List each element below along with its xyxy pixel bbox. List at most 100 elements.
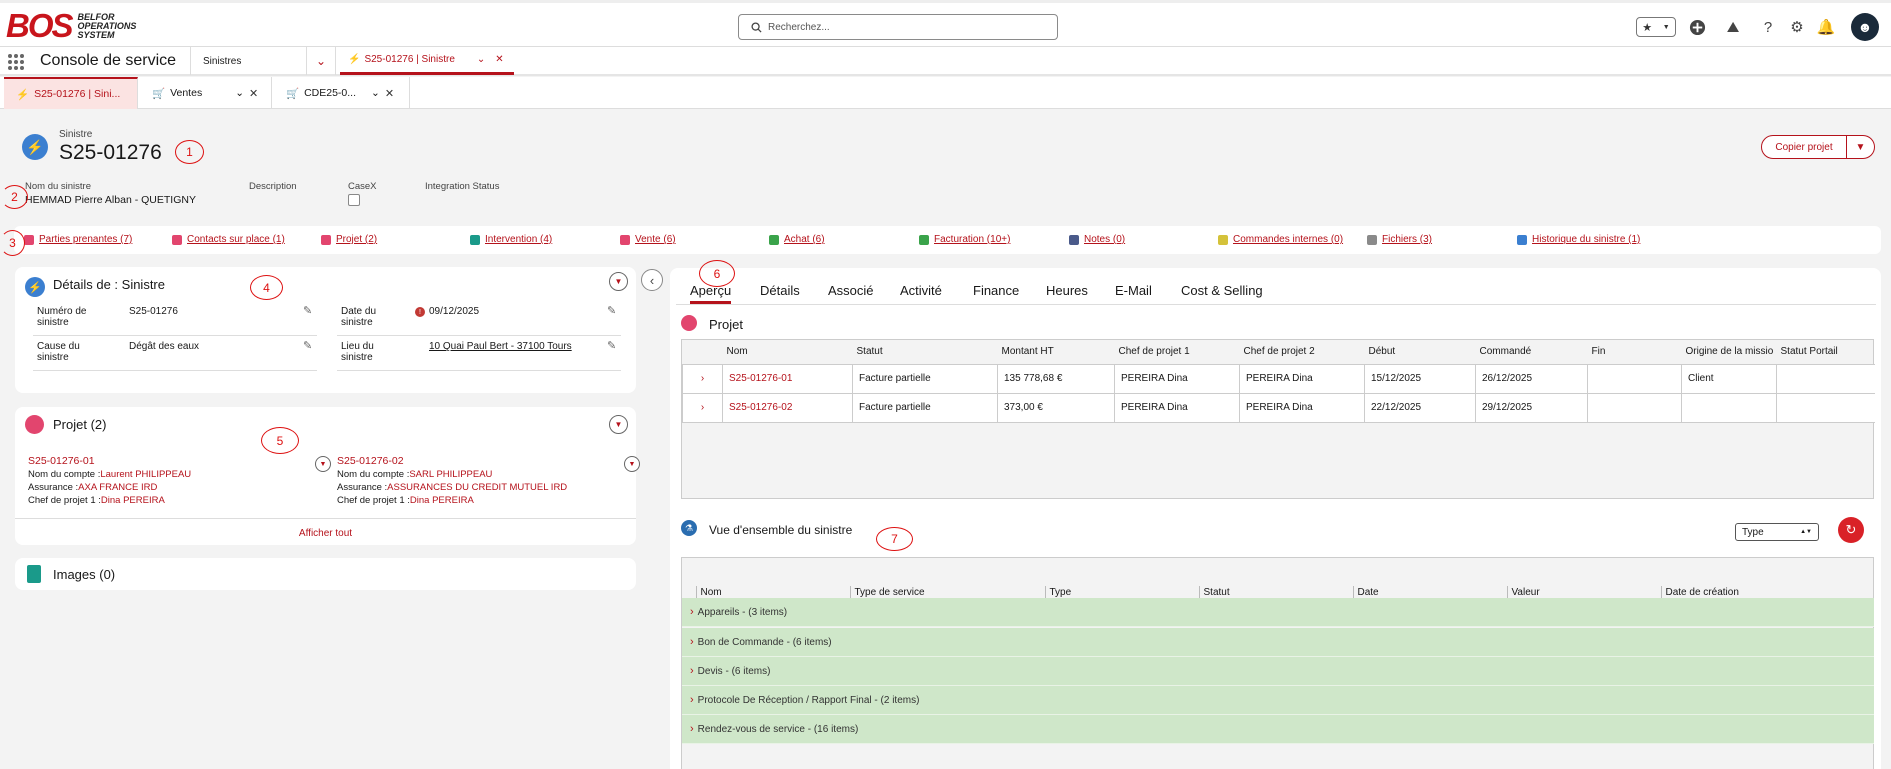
pencil-icon[interactable]: ✎: [303, 304, 312, 317]
pencil-icon[interactable]: ✎: [303, 339, 312, 352]
help-icon[interactable]: ?: [1758, 17, 1778, 37]
cart-icon: 🛒: [152, 87, 166, 100]
chevron-right-icon[interactable]: ›: [690, 606, 694, 618]
bell-icon[interactable]: 🔔: [1816, 17, 1836, 37]
column-header[interactable]: Commandé: [1476, 340, 1588, 364]
column-header[interactable]: Statut: [853, 340, 998, 364]
column-header[interactable]: Chef de projet 2: [1240, 340, 1365, 364]
tab-associe[interactable]: Associé: [828, 283, 874, 298]
column-header[interactable]: Début: [1365, 340, 1476, 364]
related-link[interactable]: Historique du sinistre (1): [1517, 234, 1640, 245]
tree-group-row[interactable]: › Devis - (6 items): [682, 657, 1874, 686]
chevron-down-icon[interactable]: ⌄: [306, 47, 336, 75]
user-avatar[interactable]: ☻: [1851, 13, 1879, 41]
table-row[interactable]: › S25-01276-01 Facture partielle 135 778…: [682, 363, 1875, 393]
tab-email[interactable]: E-Mail: [1115, 283, 1152, 298]
chevron-right-icon[interactable]: ›: [690, 723, 694, 735]
related-link[interactable]: Notes (0): [1069, 234, 1125, 245]
column-header[interactable]: Statut: [1198, 586, 1353, 598]
tab-heures[interactable]: Heures: [1046, 283, 1088, 298]
type-select[interactable]: Type ▲▼: [1735, 523, 1819, 541]
related-link[interactable]: Commandes internes (0): [1218, 234, 1343, 245]
pencil-icon[interactable]: ✎: [607, 339, 616, 352]
table-row[interactable]: › S25-01276-02 Facture partielle 373,00 …: [682, 392, 1875, 423]
tree-group-row[interactable]: › Protocole De Réception / Rapport Final …: [682, 686, 1874, 715]
column-header[interactable]: Montant HT: [998, 340, 1115, 364]
table-header-row: Nom Type de service Type Statut Date Val…: [682, 586, 1874, 598]
pencil-icon[interactable]: ✎: [607, 304, 616, 317]
subtab-sinistre[interactable]: ⚡ S25-01276 | Sini...: [4, 77, 138, 109]
app-nav-bar: Console de service Sinistres ⌄ ⚡ S25-012…: [0, 46, 1891, 76]
tab-cost-selling[interactable]: Cost & Selling: [1181, 283, 1263, 298]
tab-finance[interactable]: Finance: [973, 283, 1019, 298]
related-link[interactable]: Facturation (10+): [919, 234, 1010, 245]
project-link[interactable]: S25-01276-01: [28, 455, 318, 467]
row-menu-button[interactable]: ▼: [624, 456, 640, 472]
related-link[interactable]: Vente (6): [620, 234, 676, 245]
global-search-input[interactable]: Recherchez...: [738, 14, 1058, 40]
card-title: Détails de : Sinistre: [53, 277, 165, 292]
column-header[interactable]: Date: [1352, 586, 1507, 598]
gear-icon[interactable]: ⚙: [1787, 17, 1807, 37]
expand-chevron-icon[interactable]: ›: [682, 392, 723, 423]
column-header[interactable]: Statut Portail: [1777, 340, 1876, 364]
column-header[interactable]: Nom: [723, 340, 853, 364]
project-link[interactable]: S25-01276-02: [722, 392, 853, 423]
subtab-cde[interactable]: 🛒 CDE25-0... ⌄ ✕: [274, 77, 410, 109]
address-link[interactable]: 10 Quai Paul Bert - 37100 Tours: [429, 341, 572, 352]
column-header[interactable]: Type de service: [849, 586, 1045, 598]
chevron-down-icon[interactable]: ⌄: [371, 87, 380, 99]
column-header[interactable]: Date de création: [1660, 586, 1874, 598]
trailhead-icon[interactable]: ⛰: [1723, 17, 1743, 37]
close-icon[interactable]: ✕: [495, 54, 503, 65]
app-launcher-icon[interactable]: [8, 54, 24, 70]
chevron-right-icon[interactable]: ›: [690, 636, 694, 648]
subtab-label: Ventes: [170, 87, 203, 99]
workspace-tab[interactable]: ⚡ S25-01276 | Sinistre ⌄ ✕: [340, 47, 514, 75]
subtab-ventes[interactable]: 🛒 Ventes ⌄ ✕: [140, 77, 272, 109]
tree-group-row[interactable]: › Bon de Commande - (6 items): [682, 628, 1874, 657]
column-header[interactable]: Nom: [695, 586, 850, 598]
refresh-icon[interactable]: ↻: [1838, 517, 1864, 543]
table-cell: 373,00 €: [997, 392, 1115, 423]
card-menu-button[interactable]: ▼: [609, 415, 628, 434]
row-menu-button[interactable]: ▼: [315, 456, 331, 472]
tree-group-row[interactable]: › Appareils - (3 items): [682, 598, 1874, 627]
add-icon[interactable]: [1687, 17, 1707, 37]
overview-header: Nom Type de service Type Statut Date Val…: [682, 586, 1874, 598]
related-link[interactable]: Projet (2): [321, 234, 377, 245]
card-menu-button[interactable]: ▼: [609, 272, 628, 291]
related-link[interactable]: Intervention (4): [470, 234, 552, 245]
project-link[interactable]: S25-01276-01: [722, 363, 853, 393]
column-header[interactable]: Chef de projet 1: [1115, 340, 1240, 364]
show-all-link[interactable]: Afficher tout: [15, 528, 636, 539]
collapse-panel-button[interactable]: ‹: [641, 269, 663, 291]
column-header[interactable]: Valeur: [1506, 586, 1661, 598]
tree-group-row[interactable]: › Rendez-vous de service - (16 items): [682, 715, 1874, 744]
close-icon[interactable]: ✕: [249, 87, 258, 100]
chevron-down-icon[interactable]: ⌄: [477, 54, 485, 65]
field-cause: Cause du sinistre Dégât des eaux ✎: [33, 337, 317, 371]
field-label: Description: [249, 181, 297, 192]
belfor-logo[interactable]: BOS BELFOR OPERATIONS SYSTEM: [6, 7, 136, 44]
related-link[interactable]: Achat (6): [769, 234, 825, 245]
chevron-right-icon[interactable]: ›: [690, 694, 694, 706]
app-name: Console de service: [40, 52, 177, 69]
related-link[interactable]: Parties prenantes (7): [24, 234, 132, 245]
related-link[interactable]: Contacts sur place (1): [172, 234, 285, 245]
close-icon[interactable]: ✕: [385, 87, 394, 100]
column-header[interactable]: Type: [1044, 586, 1199, 598]
column-header[interactable]: Origine de la missio: [1682, 340, 1777, 364]
related-link[interactable]: Fichiers (3): [1367, 234, 1432, 245]
column-header[interactable]: Fin: [1588, 340, 1682, 364]
project-link[interactable]: S25-01276-02: [337, 455, 627, 467]
tab-details[interactable]: Détails: [760, 283, 800, 298]
chevron-right-icon[interactable]: ›: [690, 665, 694, 677]
chevron-down-icon[interactable]: ⌄: [235, 87, 244, 99]
copy-project-button[interactable]: Copier projet: [1761, 135, 1847, 159]
object-select[interactable]: Sinistres: [190, 47, 304, 75]
tab-activite[interactable]: Activité: [900, 283, 942, 298]
favorites-button[interactable]: ★ ▼: [1636, 17, 1676, 37]
chevron-down-icon[interactable]: ▼: [1847, 135, 1875, 159]
expand-chevron-icon[interactable]: ›: [682, 363, 723, 393]
